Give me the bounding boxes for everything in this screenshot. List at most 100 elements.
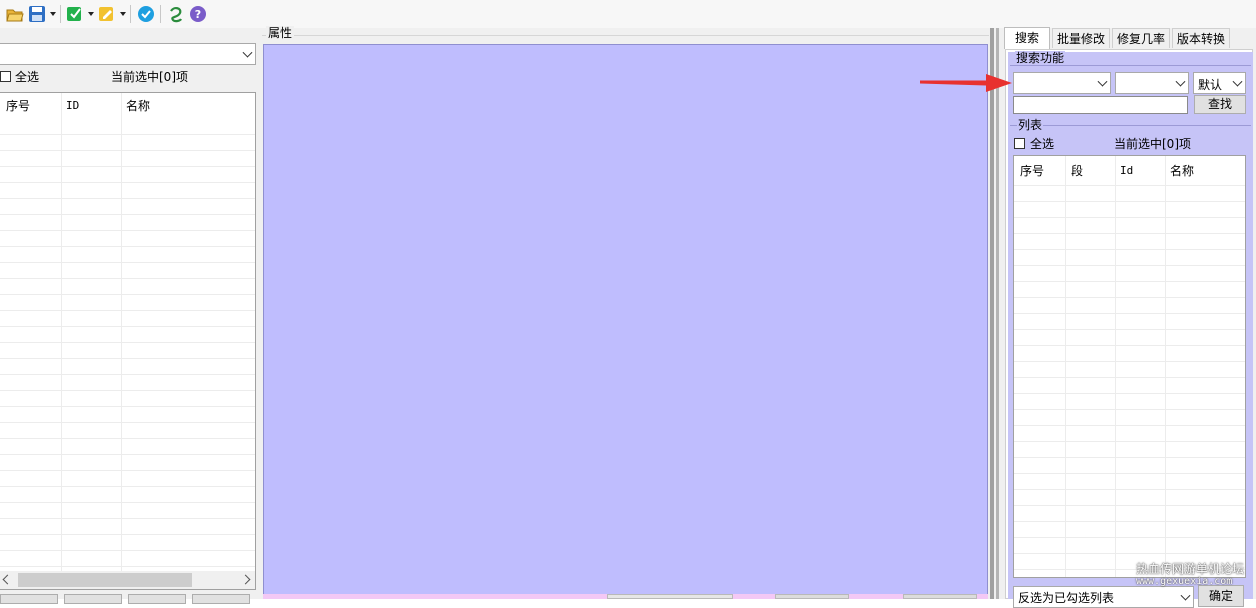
- save-icon[interactable]: [28, 5, 46, 23]
- column-divider: [1165, 156, 1166, 577]
- property-grid-area[interactable]: [263, 44, 988, 596]
- property-group-line: [262, 35, 989, 36]
- check-circle-icon[interactable]: [137, 5, 155, 23]
- scroll-right-arrow-icon[interactable]: [240, 574, 251, 585]
- splitter-bar[interactable]: [996, 28, 999, 599]
- list-group-title: 列表: [1017, 118, 1044, 132]
- column-header-id[interactable]: ID: [66, 99, 79, 112]
- right-select-all-checkbox[interactable]: [1014, 138, 1025, 149]
- search-result-table[interactable]: 序号 段 Id 名称: [1013, 155, 1246, 578]
- edit-yellow-icon[interactable]: [98, 5, 116, 23]
- chevron-down-icon: [242, 47, 253, 58]
- chevron-down-icon: [1175, 76, 1186, 87]
- empty-table-row: [1014, 553, 1245, 554]
- empty-table-row: [0, 358, 255, 359]
- chevron-down-icon: [1232, 76, 1243, 87]
- empty-table-row: [1014, 473, 1245, 474]
- left-item-table[interactable]: 序号 ID 名称: [0, 92, 256, 590]
- empty-table-row: [1014, 185, 1245, 186]
- column-header-segment[interactable]: 段: [1071, 162, 1083, 179]
- column-header-id[interactable]: Id: [1120, 164, 1133, 177]
- left-select-all-label[interactable]: 全选: [15, 70, 39, 84]
- empty-table-row: [0, 278, 255, 279]
- empty-table-row: [0, 182, 255, 183]
- column-header-index[interactable]: 序号: [1020, 162, 1044, 179]
- column-header-name[interactable]: 名称: [1170, 162, 1194, 179]
- empty-table-row: [0, 198, 255, 199]
- empty-table-row: [1014, 233, 1245, 234]
- column-divider: [61, 93, 62, 589]
- left-action-button-4[interactable]: [192, 594, 250, 604]
- property-title: 属性: [266, 26, 295, 40]
- empty-table-row: [1014, 457, 1245, 458]
- empty-table-row: [0, 518, 255, 519]
- empty-table-row: [0, 134, 255, 135]
- strip-button[interactable]: [903, 594, 977, 599]
- search-mode-select[interactable]: 默认: [1193, 72, 1246, 94]
- empty-table-row: [1014, 505, 1245, 506]
- empty-table-row: [0, 502, 255, 503]
- edit-green-dropdown-arrow-icon[interactable]: [88, 12, 94, 16]
- search-field-select[interactable]: [1013, 72, 1111, 94]
- empty-table-row: [1014, 217, 1245, 218]
- right-select-all-label[interactable]: 全选: [1030, 137, 1054, 151]
- list-group-border: [1010, 125, 1251, 126]
- search-input[interactable]: [1013, 96, 1188, 114]
- svg-text:?: ?: [195, 8, 201, 21]
- search-group-border: [1010, 65, 1251, 66]
- scroll-left-arrow-icon[interactable]: [2, 574, 13, 585]
- empty-table-row: [0, 230, 255, 231]
- logo-icon[interactable]: [167, 5, 185, 23]
- empty-table-row: [1014, 377, 1245, 378]
- tab-batch-edit[interactable]: 批量修改: [1052, 28, 1110, 48]
- empty-table-row: [0, 374, 255, 375]
- empty-table-row: [1014, 441, 1245, 442]
- left-action-button-3[interactable]: [128, 594, 186, 604]
- find-button[interactable]: 查找: [1194, 95, 1246, 114]
- empty-table-row: [0, 406, 255, 407]
- empty-table-row: [1014, 281, 1245, 282]
- column-header-name[interactable]: 名称: [126, 97, 150, 114]
- confirm-button[interactable]: 确定: [1198, 585, 1244, 607]
- arrow-shape: [920, 74, 1012, 92]
- watermark: 热血传网游单机论坛 www.gexuexia.com: [1136, 562, 1254, 587]
- column-divider: [121, 93, 122, 589]
- horizontal-scrollbar[interactable]: [0, 571, 255, 589]
- scrollbar-thumb[interactable]: [18, 573, 192, 587]
- list-action-select[interactable]: 反选为已勾选列表: [1013, 586, 1194, 608]
- edit-yellow-dropdown-arrow-icon[interactable]: [120, 12, 126, 16]
- tab-repair-rate[interactable]: 修复几率: [1112, 28, 1170, 48]
- empty-table-row: [1014, 265, 1245, 266]
- edit-green-icon[interactable]: [66, 5, 84, 23]
- open-folder-icon[interactable]: [6, 5, 24, 23]
- empty-table-row: [0, 342, 255, 343]
- toolbar-separator: [60, 5, 61, 23]
- empty-table-row: [0, 294, 255, 295]
- save-dropdown-arrow-icon[interactable]: [50, 12, 56, 16]
- left-filter-select[interactable]: [0, 43, 256, 65]
- column-header-index[interactable]: 序号: [6, 97, 30, 114]
- empty-table-row: [1014, 489, 1245, 490]
- empty-table-row: [1014, 201, 1245, 202]
- search-group-title: 搜索功能: [1015, 51, 1066, 65]
- splitter-bar[interactable]: [990, 28, 994, 599]
- empty-table-row: [0, 566, 255, 567]
- empty-table-row: [0, 454, 255, 455]
- empty-table-row: [1014, 521, 1245, 522]
- tab-version-convert[interactable]: 版本转换: [1172, 28, 1230, 48]
- empty-table-row: [0, 438, 255, 439]
- left-select-all-checkbox[interactable]: [0, 71, 11, 82]
- left-action-button-1[interactable]: [0, 594, 58, 604]
- left-action-button-2[interactable]: [64, 594, 122, 604]
- empty-table-row: [0, 486, 255, 487]
- search-type-select[interactable]: [1115, 72, 1189, 94]
- help-icon[interactable]: ?: [189, 5, 207, 23]
- panel-splitter[interactable]: [990, 28, 1000, 599]
- strip-button[interactable]: [775, 594, 849, 599]
- empty-table-row: [0, 214, 255, 215]
- toolbar: ?: [0, 0, 1256, 29]
- watermark-line-2: www.gexuexia.com: [1136, 576, 1233, 587]
- strip-button[interactable]: [607, 594, 733, 599]
- empty-table-row: [1014, 409, 1245, 410]
- tab-search[interactable]: 搜索: [1004, 27, 1050, 49]
